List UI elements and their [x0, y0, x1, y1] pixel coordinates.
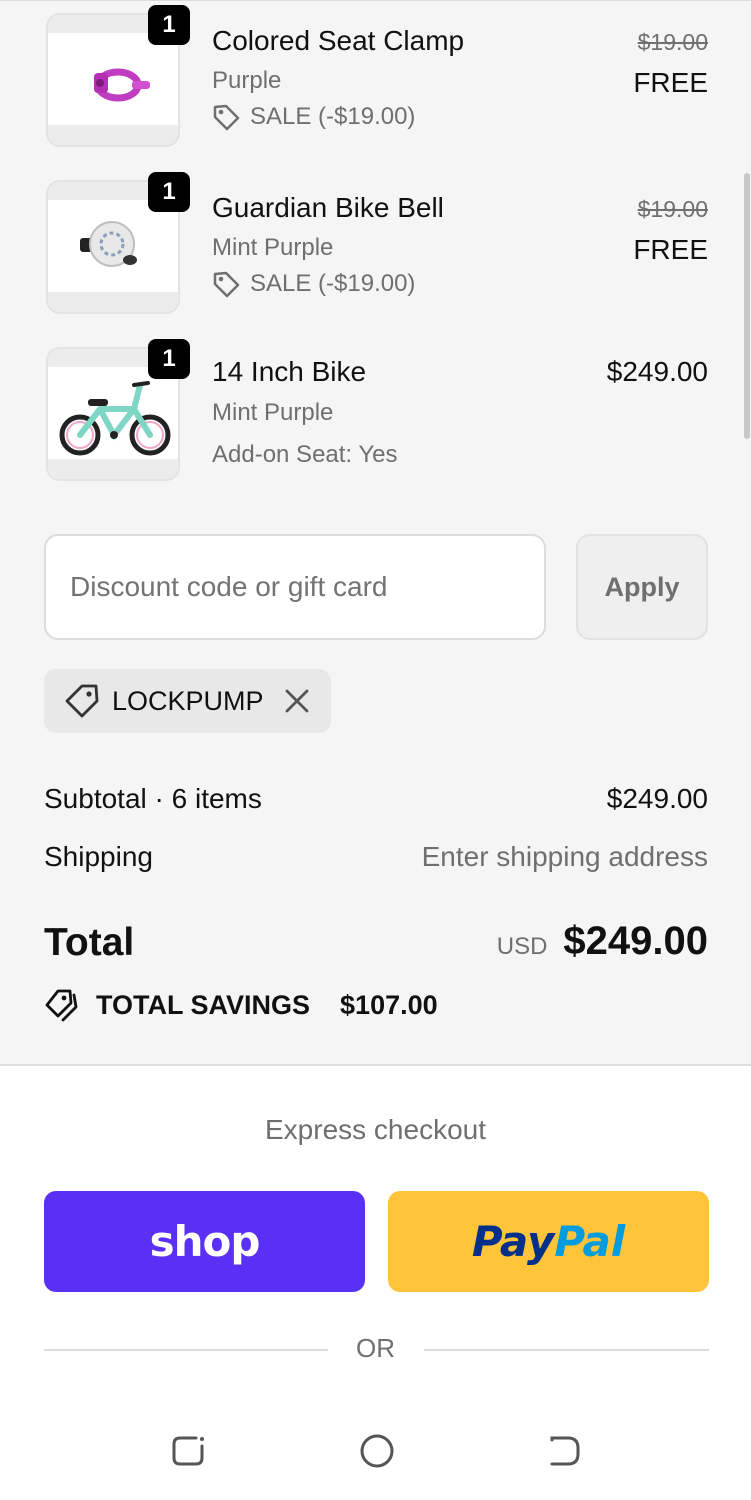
shipping-label: Shipping [44, 841, 153, 872]
quantity-badge: 1 [148, 5, 190, 45]
cart-item: 1 Guardian Bike Bell Mint Purple SALE (-… [0, 168, 751, 318]
product-name: Guardian Bike Bell [212, 192, 444, 223]
total-savings: TOTAL SAVINGS $107.00 [44, 987, 438, 1023]
discount-input[interactable] [44, 534, 546, 640]
savings-tag-icon [45, 989, 78, 1022]
product-name: 14 Inch Bike [212, 356, 367, 387]
shop-pay-button[interactable]: shop [44, 1191, 365, 1292]
cart-item: 1 14 Inch Bike Mint Purple Add-on Seat: … [0, 335, 751, 485]
total-label: Total [44, 921, 135, 964]
product-variant: Mint Purple [212, 399, 334, 426]
item-price: FREE [633, 234, 708, 265]
original-price: $19.00 [637, 196, 708, 222]
paypal-button[interactable]: PayPal [388, 1191, 709, 1292]
tag-icon [65, 684, 99, 718]
applied-discount-chip: LOCKPUMP [44, 669, 331, 733]
home-icon[interactable] [356, 1430, 398, 1472]
original-price: $19.00 [637, 29, 708, 55]
savings-amount: $107.00 [340, 989, 438, 1020]
quantity-badge: 1 [148, 172, 190, 212]
close-icon[interactable] [281, 685, 313, 717]
sale-line: SALE (-$19.00) [212, 270, 415, 298]
cart-item: 1 Colored Seat Clamp Purple SALE (-$19.0… [0, 1, 751, 151]
back-icon[interactable] [544, 1430, 586, 1472]
discount-code: LOCKPUMP [112, 685, 264, 716]
sale-label: SALE (-$19.00) [250, 103, 416, 130]
total: USD $249.00 [497, 919, 708, 964]
tag-icon [213, 104, 240, 131]
product-name: Colored Seat Clamp [212, 25, 465, 56]
total-amount: $249.00 [563, 919, 708, 963]
product-variant: Purple [212, 67, 282, 94]
shop-logo: shop [149, 1217, 261, 1266]
paypal-logo-pal: Pal [554, 1217, 626, 1266]
subtotal-label: Subtotal · 6 items [44, 783, 262, 814]
order-summary: 1 Colored Seat Clamp Purple SALE (-$19.0… [0, 0, 751, 1066]
product-variant: Mint Purple [212, 234, 334, 261]
subtotal-value: $249.00 [606, 783, 708, 814]
recent-apps-icon[interactable] [168, 1430, 210, 1472]
product-option: Add-on Seat: Yes [212, 441, 398, 468]
apply-button[interactable]: Apply [576, 534, 708, 640]
shipping-value: Enter shipping address [421, 841, 708, 872]
sale-line: SALE (-$19.00) [212, 103, 415, 131]
paypal-logo-pay: Pay [471, 1217, 555, 1266]
quantity-badge: 1 [148, 339, 190, 379]
sale-label: SALE (-$19.00) [250, 270, 416, 297]
total-currency: USD [496, 933, 548, 960]
divider [424, 1349, 709, 1351]
savings-label: TOTAL SAVINGS [96, 989, 311, 1020]
item-price: $249.00 [606, 356, 708, 387]
item-price: FREE [633, 67, 708, 98]
tag-icon [213, 271, 240, 298]
express-checkout-title: Express checkout [265, 1114, 486, 1145]
